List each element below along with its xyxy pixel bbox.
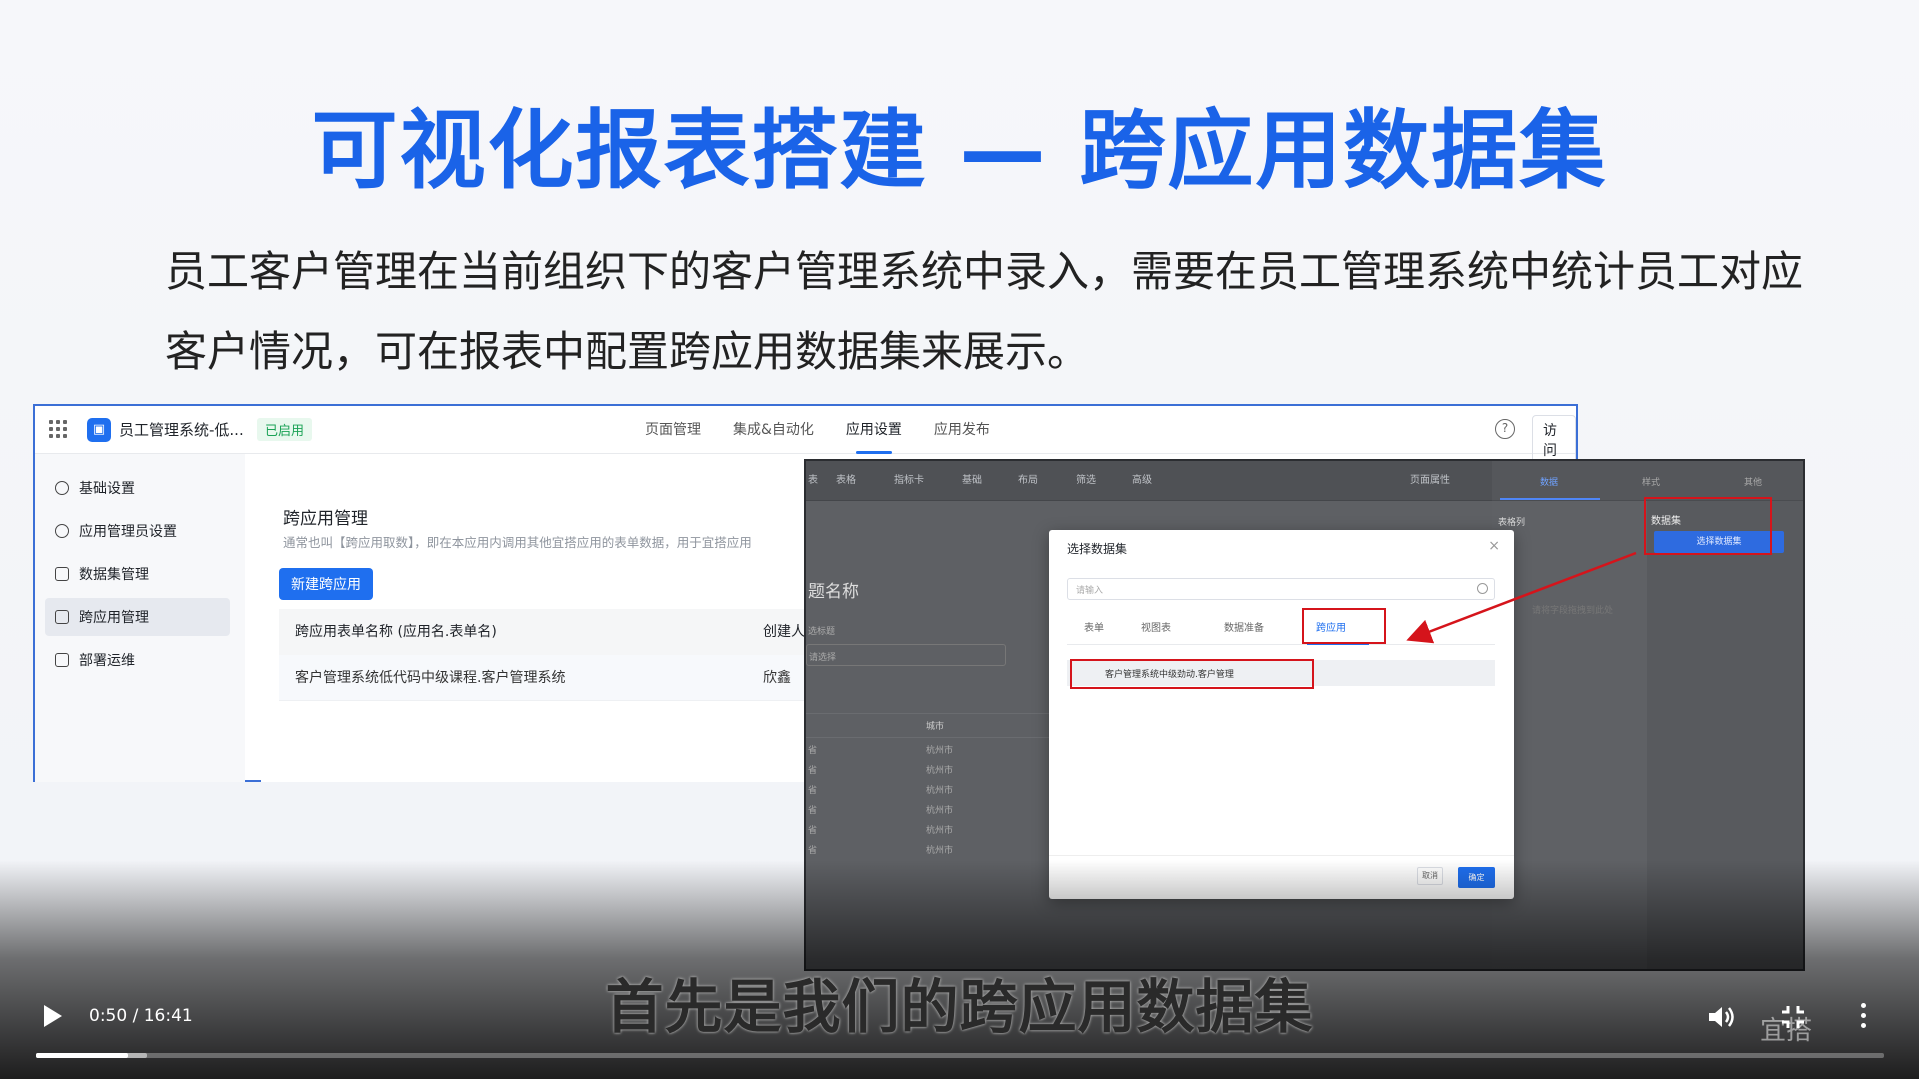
slide-description: 员工客户管理在当前组织下的客户管理系统中录入，需要在员工管理系统中统计员工对应客… [165,247,1804,376]
table-cell: 省 [808,846,818,856]
table-cell: 杭州市 [926,786,954,796]
toolbar-page-props[interactable]: 页面属性 [1410,461,1450,501]
status-badge: 已启用 [257,418,313,441]
app-logo-icon: ▣ [87,418,111,442]
select-dataset-modal: 选择数据集 × 请输入 表单 视图表 数据准备 跨应用 客户管理系统中级劲动.客… [1049,530,1514,899]
table-cell: 省 [808,766,818,776]
tab-data-prep[interactable]: 数据准备 [1224,619,1264,634]
modal-footer-divider [1049,855,1514,856]
progress-played [36,1053,129,1058]
modal-title: 选择数据集 [1067,542,1128,556]
search-icon [1477,583,1488,594]
card-title: 题名称 [808,582,859,602]
volume-icon[interactable] [1707,1004,1737,1030]
table-cell: 杭州市 [926,766,954,776]
filter-select[interactable]: 请选择 [806,644,1006,666]
progress-bar[interactable] [36,1053,1884,1058]
video-subtitle: 首先是我们的跨应用数据集 [605,973,1314,1041]
more-options-icon[interactable] [1860,1003,1868,1029]
sidebar-item-label: 基础设置 [79,481,135,497]
link-icon [55,610,69,624]
tab-divider [1067,644,1495,645]
table-cell: 省 [808,826,818,836]
page-description: 通常也叫【跨应用取数】，即在本应用内调用其他宜搭应用的表单数据，用于宜搭应用 [283,535,752,550]
search-input[interactable]: 请输入 [1067,578,1495,600]
toolbar-metric-card[interactable]: 指标卡 [894,461,924,501]
toolbar-layout[interactable]: 布局 [1018,461,1038,501]
table-cell: 省 [808,746,818,756]
app-topbar: ▣ 员工管理系统-低... 已启用 页面管理 集成&自动化 应用设置 应用发布 … [35,406,1576,465]
table-cell: 杭州市 [926,746,954,756]
tab-app-settings[interactable]: 应用设置 [846,406,902,454]
table-cell: 省 [808,806,818,816]
sidebar-item-basic-settings[interactable]: 基础设置 [45,469,230,507]
table-cell: 杭州市 [926,846,954,856]
app-nav-tabs: 页面管理 集成&自动化 应用设置 应用发布 [645,406,990,454]
highlight-box [1070,659,1314,689]
deploy-icon [55,653,69,667]
sidebar-item-label: 跨应用管理 [79,610,149,626]
tab-other[interactable]: 其他 [1744,475,1762,488]
table-cell: 杭州市 [926,826,954,836]
user-icon [55,524,69,538]
active-tab-indicator [1500,498,1600,500]
highlight-box [1644,497,1772,555]
sidebar-item-label: 数据集管理 [79,567,149,583]
toolbar-item[interactable]: 表 [808,461,818,501]
help-icon[interactable]: ? [1495,419,1515,439]
new-cross-app-button[interactable]: 新建跨应用 [279,568,373,600]
tab-view-table[interactable]: 视图表 [1141,619,1171,634]
column-header-form-name: 跨应用表单名称 (应用名.表单名) [295,624,497,640]
sidebar-item-label: 部署运维 [79,653,135,669]
close-icon[interactable]: × [1488,538,1500,554]
slide-title: 可视化报表搭建 — 跨应用数据集 [311,101,1608,201]
panel-hint: 请将字段拖拽到此处 [1532,606,1614,616]
sidebar-item-cross-app[interactable]: 跨应用管理 [45,598,230,636]
cell-form-name: 客户管理系统低代码中级课程.客户管理系统 [295,670,566,686]
app-name[interactable]: 员工管理系统-低... [119,419,244,440]
tab-form[interactable]: 表单 [1084,619,1104,634]
filter-label: 选标题 [808,627,836,637]
search-placeholder: 请输入 [1076,586,1104,596]
play-icon[interactable] [44,1005,62,1027]
column-header-creator: 创建人 [763,624,805,640]
sidebar-item-admin-settings[interactable]: 应用管理员设置 [45,512,230,550]
column-header-city: 城市 [926,722,945,732]
settings-sidebar: 基础设置 应用管理员设置 数据集管理 跨应用管理 部署运维 [35,454,245,782]
tab-data[interactable]: 数据 [1540,475,1558,488]
video-frame: 可视化报表搭建 — 跨应用数据集 员工客户管理在当前组织下的客户管理系统中录入，… [0,0,1919,1079]
table-cell: 省 [808,786,818,796]
toolbar-table[interactable]: 表格 [836,461,856,501]
gear-icon [55,481,69,495]
visit-button[interactable]: 访问 [1532,415,1576,465]
toolbar-basic[interactable]: 基础 [962,461,982,501]
sidebar-item-dataset-management[interactable]: 数据集管理 [45,555,230,593]
watermark: 宜搭 [1760,1016,1813,1046]
highlight-box [1302,608,1386,644]
database-icon [55,567,69,581]
cell-creator: 欣鑫 [763,670,791,686]
sidebar-item-label: 应用管理员设置 [79,524,177,540]
apps-grid-icon[interactable] [49,420,67,438]
sidebar-item-deploy-ops[interactable]: 部署运维 [45,641,230,679]
table-cell: 杭州市 [926,806,954,816]
page-title: 跨应用管理 [283,509,368,529]
time-display: 0:50 / 16:41 [89,1006,193,1026]
tab-integration[interactable]: 集成&自动化 [733,406,814,454]
toolbar-advanced[interactable]: 高级 [1132,461,1152,501]
tab-page-management[interactable]: 页面管理 [645,406,701,454]
panel-label: 表格列 [1498,518,1526,528]
right-panel-tabs: 数据 样式 其他 [1492,461,1803,501]
select-placeholder: 请选择 [809,653,837,663]
tab-style[interactable]: 样式 [1642,475,1660,488]
toolbar-filter[interactable]: 筛选 [1076,461,1096,501]
editor-toolbar: 表 表格 指标卡 基础 布局 筛选 高级 页面属性 [806,461,1492,501]
tab-app-publish[interactable]: 应用发布 [934,406,990,454]
